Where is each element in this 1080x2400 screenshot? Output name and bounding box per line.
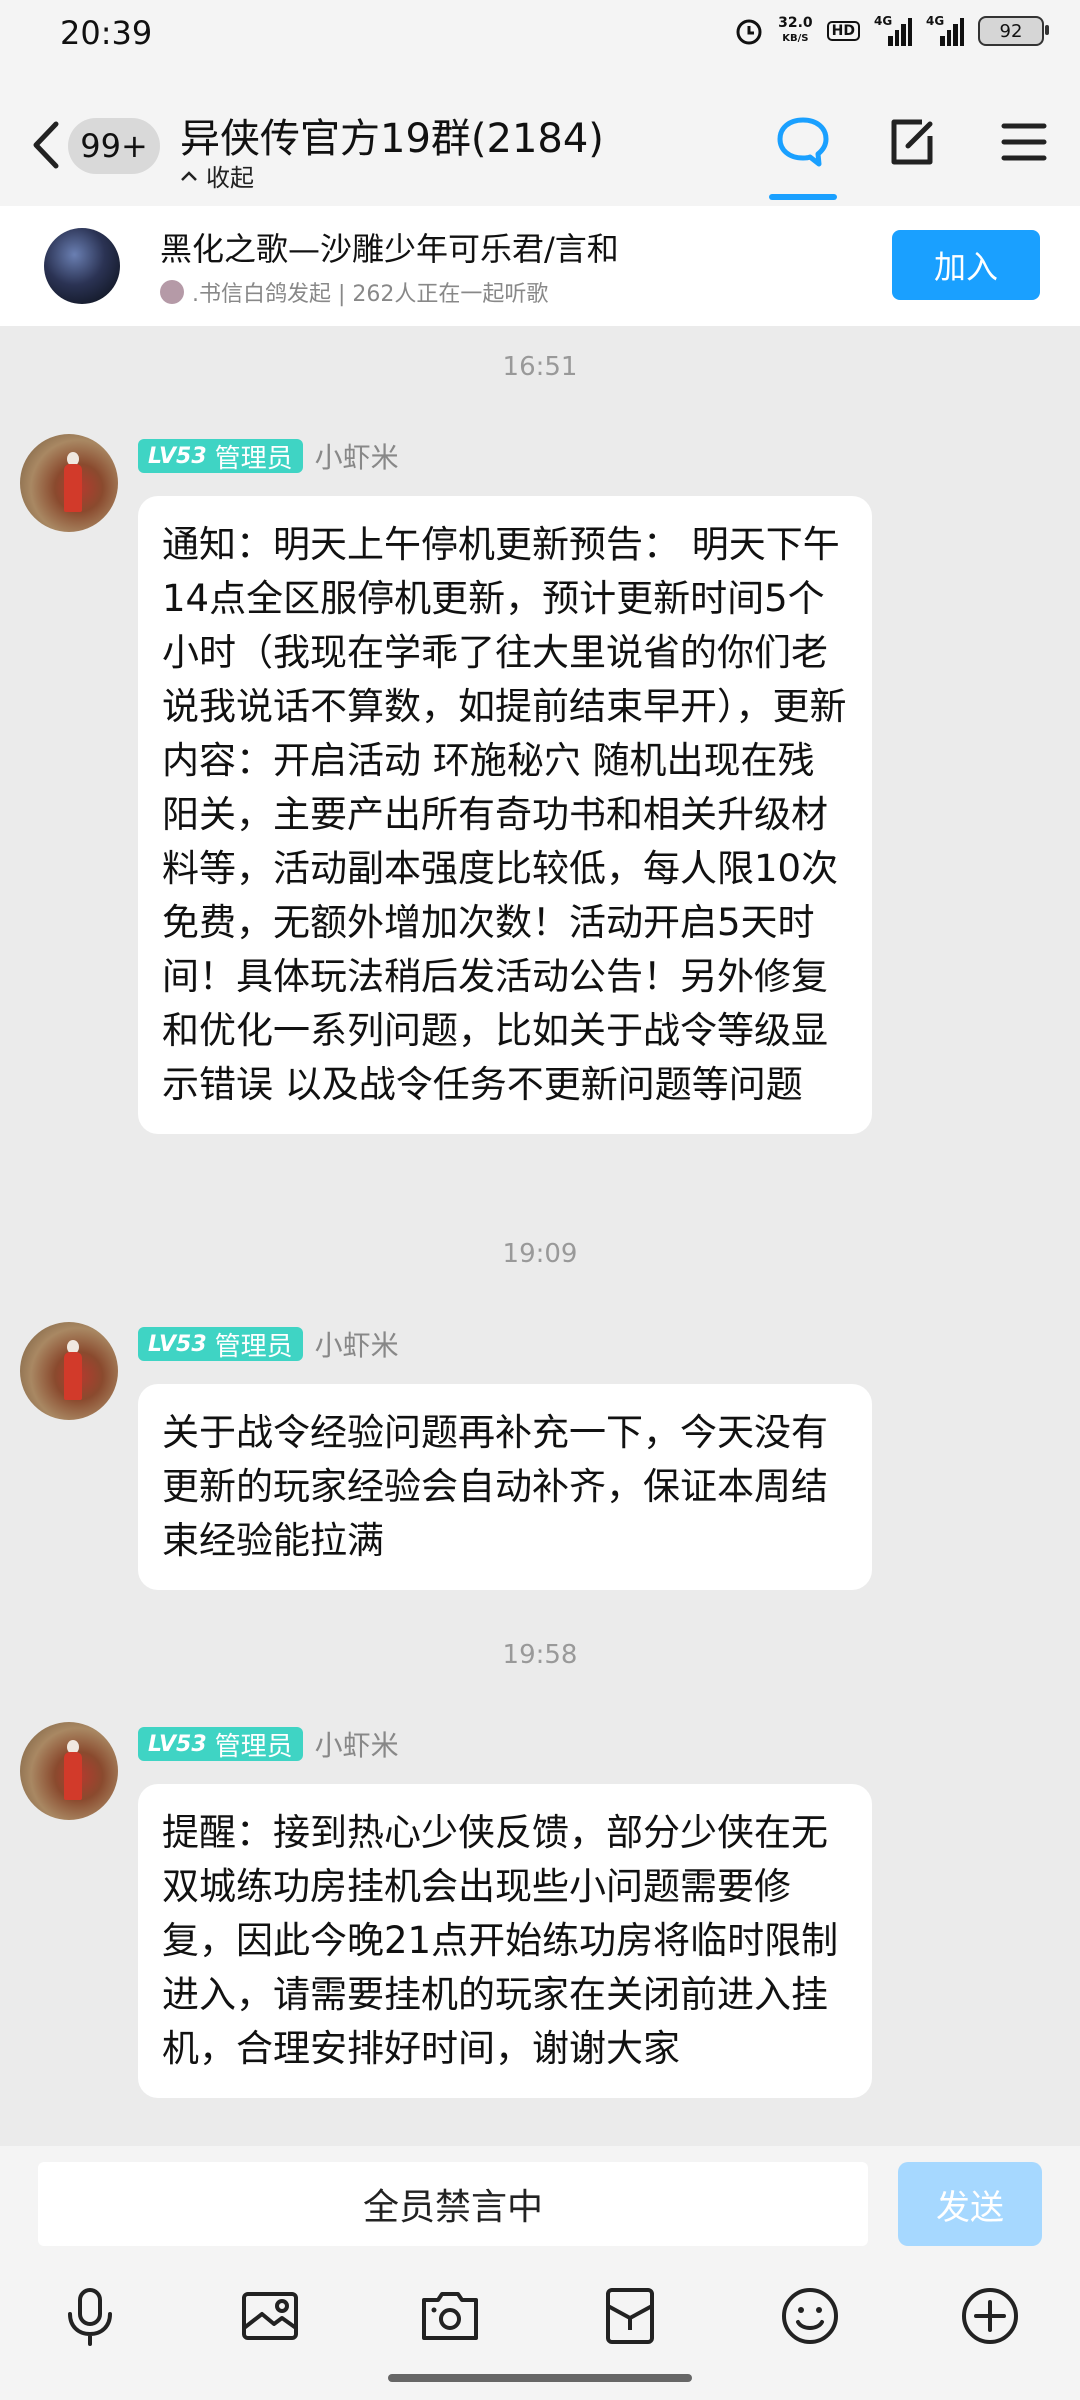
camera-icon[interactable]: [418, 2284, 482, 2348]
signal-icon-2: 4G: [926, 14, 964, 46]
edit-icon[interactable]: [882, 112, 942, 172]
signal-icon-1: 4G: [874, 14, 912, 46]
status-time: 20:39: [60, 14, 153, 52]
listen-together-banner[interactable]: 黑化之歌—沙雕少年可乐君/言和 .书信白鸽发起 | 262人正在一起听歌 加入: [0, 206, 1080, 326]
message-bubble[interactable]: 提醒：接到热心少侠反馈，部分少侠在无双城练功房挂机会出现些小问题需要修复，因此今…: [138, 1784, 872, 2098]
chevron-up-icon: [181, 170, 197, 181]
chat-tab-indicator: [769, 194, 837, 200]
message-bubble[interactable]: 关于战令经验问题再补充一下，今天没有更新的玩家经验会自动补齐，保证本周结束经验能…: [138, 1384, 872, 1590]
status-bar: 20:39 32.0 KB/S HD 4G 4G 92: [0, 0, 1080, 70]
battery-icon: 92: [978, 16, 1049, 46]
level-badge: LV53 管理员: [138, 1327, 303, 1362]
hd-icon: HD: [826, 21, 860, 41]
image-icon[interactable]: [238, 2284, 302, 2348]
group-title[interactable]: 异侠传官方19群(2184): [180, 106, 604, 164]
level-badge: LV53 管理员: [138, 439, 303, 474]
back-icon[interactable]: [28, 120, 64, 170]
message-meta: LV53 管理员 小虾米: [138, 436, 399, 476]
status-icons: 32.0 KB/S HD 4G 4G 92: [734, 14, 1049, 46]
sender-name[interactable]: 小虾米: [315, 1724, 399, 1764]
muted-input: 全员禁言中: [38, 2162, 868, 2246]
initiator-avatar: [160, 280, 184, 304]
input-area: 全员禁言中 发送: [0, 2146, 1080, 2400]
emoji-icon[interactable]: [778, 2284, 842, 2348]
message-meta: LV53 管理员 小虾米: [138, 1324, 399, 1364]
song-cover: [44, 228, 120, 304]
chat-header: 99+ 异侠传官方19群(2184) 收起: [0, 70, 1080, 206]
message-bubble[interactable]: 通知：明天上午停机更新预告： 明天下午14点全区服停机更新，预计更新时间5个小时…: [138, 496, 872, 1134]
join-button[interactable]: 加入: [892, 230, 1040, 300]
alarm-icon: [736, 19, 762, 45]
message-meta: LV53 管理员 小虾米: [138, 1724, 399, 1764]
message-timestamp: 16:51: [502, 352, 578, 382]
send-button[interactable]: 发送: [898, 2162, 1042, 2246]
menu-icon[interactable]: [994, 112, 1054, 172]
home-indicator[interactable]: [388, 2374, 692, 2382]
song-subtitle: .书信白鸽发起 | 262人正在一起听歌: [160, 276, 548, 308]
chat-bubble-icon[interactable]: [773, 112, 833, 172]
sender-name[interactable]: 小虾米: [315, 436, 399, 476]
plus-icon[interactable]: [958, 2284, 1022, 2348]
sender-avatar[interactable]: [20, 434, 118, 532]
red-packet-icon[interactable]: [598, 2284, 662, 2348]
level-badge: LV53 管理员: [138, 1727, 303, 1762]
collapse-toggle[interactable]: 收起: [180, 158, 254, 193]
collapse-label: 收起: [206, 164, 254, 192]
message-timestamp: 19:09: [502, 1239, 578, 1269]
microphone-icon[interactable]: [58, 2284, 122, 2348]
network-speed: 32.0 KB/S: [778, 15, 813, 45]
sender-avatar[interactable]: [20, 1322, 118, 1420]
sender-avatar[interactable]: [20, 1722, 118, 1820]
unread-badge[interactable]: 99+: [68, 118, 160, 174]
sender-name[interactable]: 小虾米: [315, 1324, 399, 1364]
song-title: 黑化之歌—沙雕少年可乐君/言和: [160, 230, 619, 268]
message-timestamp: 19:58: [502, 1640, 578, 1670]
